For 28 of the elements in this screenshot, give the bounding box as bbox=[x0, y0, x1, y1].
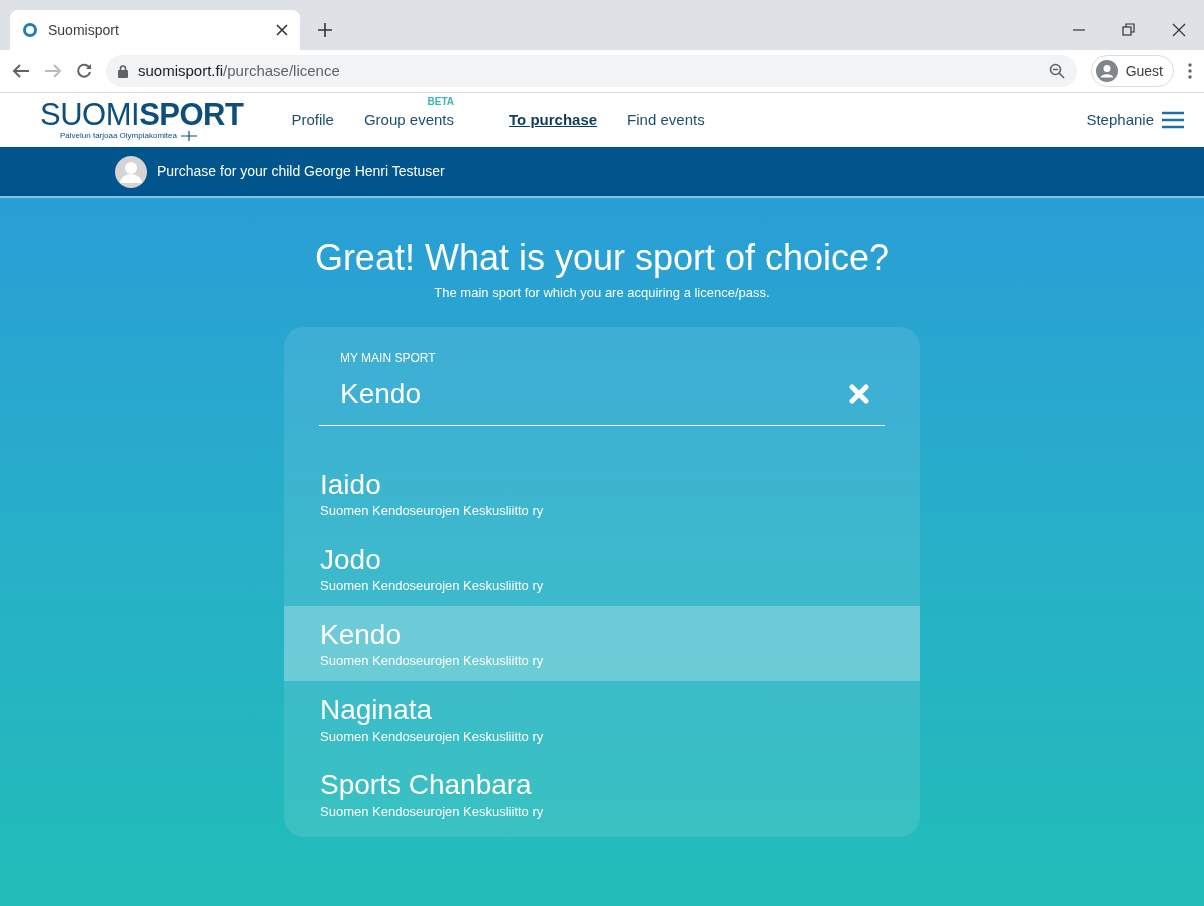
more-icon[interactable] bbox=[1188, 63, 1192, 79]
restore-icon[interactable] bbox=[1122, 23, 1136, 37]
profile-button[interactable]: Guest bbox=[1090, 55, 1174, 87]
user-menu-link[interactable]: Stephanie bbox=[1086, 108, 1154, 132]
nav-link[interactable]: To purchase bbox=[509, 111, 598, 128]
browser-tab[interactable]: Suomisport bbox=[10, 10, 300, 50]
page-heading: Great! What is your sport of choice? bbox=[314, 236, 890, 280]
back-arrow-icon[interactable] bbox=[12, 63, 30, 79]
nav-link[interactable]: Group events bbox=[363, 111, 454, 128]
nav-link[interactable]: Find events bbox=[627, 111, 705, 128]
avatar-icon bbox=[115, 155, 147, 188]
tab-title: Suomisport bbox=[48, 20, 120, 40]
reload-icon[interactable] bbox=[76, 63, 92, 79]
cross-mark-icon bbox=[180, 130, 197, 141]
banner-text: Purchase for your child George Henri Testuser bbox=[157, 162, 445, 181]
lock-icon bbox=[118, 64, 128, 78]
menu-icon[interactable] bbox=[1162, 111, 1184, 129]
person-icon bbox=[1095, 60, 1118, 82]
plus-icon[interactable] bbox=[318, 23, 332, 37]
page-subheading: The main sport for which you are acquiring a licence/pass. bbox=[434, 284, 770, 303]
close-icon[interactable] bbox=[1172, 23, 1186, 37]
logo[interactable]: SUOMISPORT Palvelun tarjoaa Olympiakomitea bbox=[40, 98, 244, 142]
field-label: MY MAIN SPORT bbox=[340, 349, 437, 367]
close-icon[interactable] bbox=[276, 24, 288, 36]
site-icon bbox=[22, 22, 38, 38]
zoom-out-icon[interactable] bbox=[1048, 63, 1065, 79]
nav-link[interactable]: Profile bbox=[291, 111, 334, 128]
beta-label: BETA bbox=[427, 95, 454, 109]
